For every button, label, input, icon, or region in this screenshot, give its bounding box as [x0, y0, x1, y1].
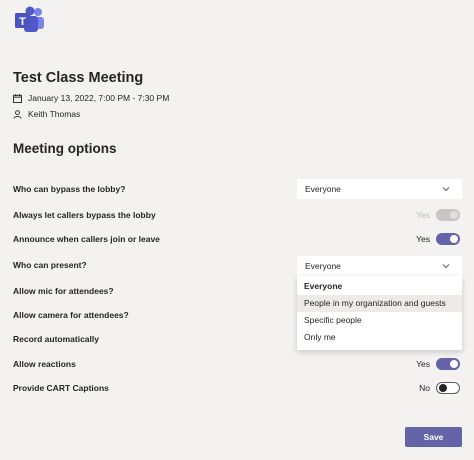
callers-bypass-state: Yes: [416, 210, 430, 220]
who-present-label: Who can present?: [13, 260, 87, 270]
callers-bypass-control: Yes: [416, 209, 460, 221]
announce-callers-state: Yes: [416, 234, 430, 244]
teams-logo-icon: T: [15, 6, 44, 32]
cart-captions-state: No: [419, 383, 430, 393]
allow-camera-label: Allow camera for attendees?: [13, 310, 129, 320]
allow-reactions-state: Yes: [416, 359, 430, 369]
allow-reactions-toggle[interactable]: [436, 358, 460, 370]
cart-captions-label: Provide CART Captions: [13, 383, 109, 393]
dropdown-option[interactable]: People in my organization and guests: [297, 295, 462, 312]
cart-captions-control: No: [416, 382, 460, 394]
meeting-organizer-row: Keith Thomas: [13, 109, 80, 119]
meeting-organizer: Keith Thomas: [28, 109, 81, 119]
who-present-dropdown-list: Everyone People in my organization and g…: [297, 276, 462, 350]
allow-mic-label: Allow mic for attendees?: [13, 286, 114, 296]
who-present-select[interactable]: Everyone: [297, 256, 462, 276]
person-icon: [13, 109, 22, 119]
cart-captions-toggle[interactable]: [436, 382, 460, 394]
allow-reactions-control: Yes: [416, 358, 460, 370]
meeting-title: Test Class Meeting: [13, 70, 144, 86]
dropdown-option[interactable]: Everyone: [297, 278, 462, 295]
chevron-down-icon: [442, 187, 450, 192]
calendar-icon: [13, 93, 22, 103]
bypass-lobby-select[interactable]: Everyone: [297, 179, 462, 199]
bypass-lobby-value: Everyone: [305, 184, 341, 194]
meeting-datetime: January 13, 2022, 7:00 PM - 7:30 PM: [28, 93, 170, 103]
allow-reactions-label: Allow reactions: [13, 359, 76, 369]
announce-callers-label: Announce when callers join or leave: [13, 234, 160, 244]
announce-callers-control: Yes: [416, 233, 460, 245]
who-present-value: Everyone: [305, 261, 341, 271]
chevron-down-icon: [442, 264, 450, 269]
svg-text:T: T: [19, 16, 26, 28]
dropdown-option[interactable]: Only me: [297, 329, 462, 346]
dropdown-option[interactable]: Specific people: [297, 312, 462, 329]
callers-bypass-toggle[interactable]: [436, 209, 460, 221]
save-button[interactable]: Save: [405, 427, 462, 447]
section-title: Meeting options: [13, 141, 117, 156]
callers-bypass-label: Always let callers bypass the lobby: [13, 210, 156, 220]
meeting-datetime-row: January 13, 2022, 7:00 PM - 7:30 PM: [13, 93, 169, 103]
record-auto-label: Record automatically: [13, 334, 99, 344]
announce-callers-toggle[interactable]: [436, 233, 460, 245]
bypass-lobby-label: Who can bypass the lobby?: [13, 184, 126, 194]
